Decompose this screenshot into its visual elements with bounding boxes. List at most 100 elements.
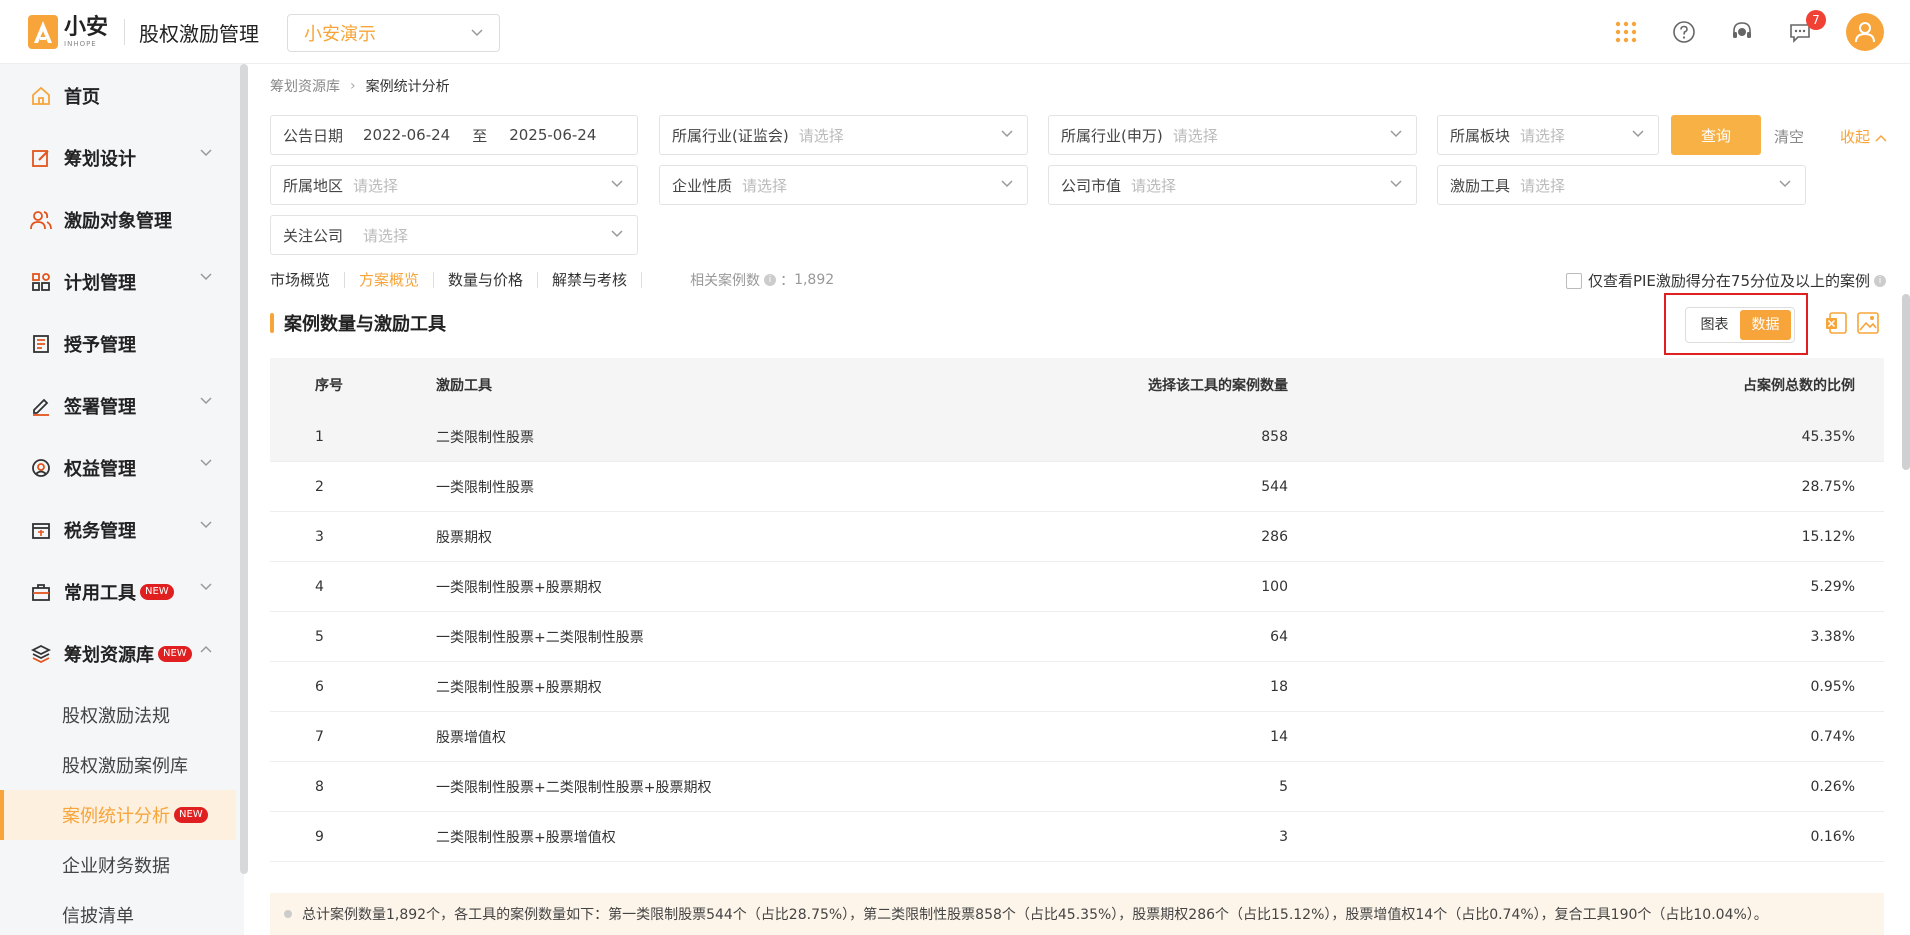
sidebar-item-common-tools[interactable]: 常用工具 NEW [0, 561, 236, 623]
data-view-option[interactable]: 数据 [1740, 310, 1791, 340]
case-count: 相关案例数 i： 1,892 [690, 272, 835, 289]
sidebar-scrollbar[interactable] [240, 64, 248, 874]
logo[interactable]: 小安 INHOPE 股权激励管理 [28, 14, 259, 50]
summary-note: 总计案例数量1,892个，各工具的案例数量如下：第一类限制股票544个（占比28… [270, 893, 1884, 935]
table-row[interactable]: 9 二类限制性股票+股票增值权 3 0.16% [270, 812, 1884, 862]
collapse-link[interactable]: 收起 [1840, 126, 1887, 147]
chevron-down-icon [1779, 180, 1791, 188]
table-row[interactable]: 3 股票期权 286 15.12% [270, 512, 1884, 562]
cell-index: 2 [315, 478, 324, 495]
sidebar-item-home[interactable]: 首页 [0, 65, 236, 127]
cell-tool: 股票期权 [436, 529, 492, 546]
sidebar-item-label: 常用工具 [64, 583, 136, 604]
filter-label: 所属板块 [1450, 126, 1511, 145]
sidebar-item-tax-management[interactable]: 税务管理 [0, 499, 236, 561]
export-image-icon[interactable] [1856, 311, 1880, 335]
sidebar-item-participants[interactable]: 激励对象管理 [0, 189, 236, 251]
filter-placeholder: 请选择 [742, 176, 788, 195]
company-nature-select[interactable]: 企业性质 请选择 [659, 165, 1028, 205]
edit-icon [30, 147, 52, 169]
board-select[interactable]: 所属板块 请选择 [1437, 115, 1659, 155]
market-cap-select[interactable]: 公司市值 请选择 [1048, 165, 1417, 205]
sidebar-item-label: 首页 [64, 87, 100, 108]
query-button[interactable]: 查询 [1671, 115, 1761, 155]
help-icon[interactable] [1672, 20, 1696, 44]
column-header: 序号 [315, 378, 343, 394]
filter-placeholder: 请选择 [1172, 126, 1218, 145]
filter-placeholder: 请选择 [798, 126, 844, 145]
tab-unlock-assessment[interactable]: 解禁与考核 [538, 272, 643, 288]
sidebar-subitem-case-statistics[interactable]: 案例统计分析 NEW [0, 790, 236, 840]
industry-sw-select[interactable]: 所属行业(申万) 请选择 [1048, 115, 1417, 155]
info-icon[interactable]: i [1874, 274, 1886, 287]
pie-filter-checkbox[interactable]: 仅查看PIE激励得分在75分位及以上的案例 i [1565, 270, 1890, 291]
table-row[interactable]: 6 二类限制性股票+股票期权 18 0.95% [270, 662, 1884, 712]
tab-plan-overview[interactable]: 方案概览 [345, 272, 435, 288]
sidebar-item-plan-management[interactable]: 计划管理 [0, 251, 236, 313]
tab-market-overview[interactable]: 市场概览 [270, 272, 346, 288]
date-start[interactable]: 2022-06-24 [363, 126, 450, 144]
table-row[interactable]: 8 一类限制性股票+二类限制性股票+股票期权 5 0.26% [270, 762, 1884, 812]
home-icon [30, 85, 52, 107]
region-select[interactable]: 所属地区 请选择 [270, 165, 638, 205]
incentive-tool-select[interactable]: 激励工具 请选择 [1437, 165, 1806, 205]
table-row[interactable]: 1 二类限制性股票 858 45.35% [270, 412, 1884, 462]
main-scrollbar[interactable] [1902, 294, 1910, 470]
case-count-value: 1,892 [794, 272, 835, 288]
view-toggle[interactable]: 图表 数据 [1685, 307, 1795, 343]
logo-divider [124, 19, 126, 45]
cell-ratio: 28.75% [1801, 478, 1855, 495]
sidebar-subitem-disclosure-list[interactable]: 信披清单 [0, 890, 236, 935]
filter-label: 所属行业(证监会) [672, 126, 789, 145]
table-row[interactable]: 2 一类限制性股票 544 28.75% [270, 462, 1884, 512]
sidebar-subitem-label: 股权激励法规 [62, 706, 170, 727]
sidebar-item-resource-library[interactable]: 筹划资源库 NEW [0, 623, 236, 685]
tab-quantity-price[interactable]: 数量与价格 [434, 272, 539, 288]
customer-service-icon[interactable] [1730, 20, 1754, 44]
sidebar-subitem-case-library[interactable]: 股权激励案例库 [0, 740, 236, 790]
tool-stats-table: 序号 激励工具 选择该工具的案例数量 占案例总数的比例 1 二类限制性股票 85… [270, 358, 1884, 862]
message-icon[interactable]: 7 [1788, 10, 1826, 44]
checkbox[interactable] [1565, 272, 1582, 289]
industry-csrc-select[interactable]: 所属行业(证监会) 请选择 [659, 115, 1028, 155]
sidebar-subitem-label: 股权激励案例库 [62, 756, 188, 777]
info-icon[interactable]: i [764, 274, 777, 286]
watched-company-select[interactable]: 关注公司 请选择 [270, 215, 638, 255]
chevron-down-icon [1390, 180, 1402, 188]
filter-placeholder: 请选择 [1520, 176, 1566, 195]
analysis-tabs: 市场概览 方案概览 数量与价格 解禁与考核 相关案例数 i： 1,892 [270, 270, 834, 290]
sidebar-item-signing-management[interactable]: 签署管理 [0, 375, 236, 437]
breadcrumb-current: 案例统计分析 [365, 79, 450, 95]
date-end[interactable]: 2025-06-24 [509, 126, 596, 144]
sidebar-item-label: 授予管理 [64, 335, 136, 356]
document-icon [30, 333, 52, 355]
table-row[interactable]: 7 股票增值权 14 0.74% [270, 712, 1884, 762]
breadcrumb-parent[interactable]: 筹划资源库 [270, 76, 340, 96]
bullet-icon [284, 910, 292, 918]
apps-grid-icon[interactable] [1614, 20, 1638, 44]
sidebar-item-grant-management[interactable]: 授予管理 [0, 313, 236, 375]
export-excel-icon[interactable] [1824, 311, 1848, 335]
cell-count: 64 [1270, 628, 1288, 645]
sidebar-subitem-regulations[interactable]: 股权激励法规 [0, 690, 236, 740]
table-row[interactable]: 4 一类限制性股票+股票期权 100 5.29% [270, 562, 1884, 612]
clear-link[interactable]: 清空 [1774, 126, 1804, 147]
chevron-down-icon [471, 29, 483, 37]
chart-view-option[interactable]: 图表 [1689, 310, 1740, 340]
org-select[interactable]: 小安演示 [287, 14, 500, 52]
sidebar-subitem-label: 案例统计分析 [62, 806, 170, 827]
chevron-down-icon [200, 459, 212, 467]
section-title: 案例数量与激励工具 [270, 312, 446, 335]
sidebar-subitem-financial-data[interactable]: 企业财务数据 [0, 840, 236, 890]
cell-count: 18 [1270, 678, 1288, 695]
chevron-up-icon [200, 645, 212, 653]
chevron-down-icon [200, 521, 212, 529]
app-title: 股权激励管理 [139, 21, 260, 46]
date-range-filter[interactable]: 公告日期 2022-06-24 至 2025-06-24 [270, 115, 638, 155]
avatar[interactable] [1846, 13, 1884, 51]
equity-icon [30, 457, 52, 479]
sidebar-item-equity-management[interactable]: 权益管理 [0, 437, 236, 499]
sidebar-item-planning-design[interactable]: 筹划设计 [0, 127, 236, 189]
table-row[interactable]: 5 一类限制性股票+二类限制性股票 64 3.38% [270, 612, 1884, 662]
sidebar-item-label: 激励对象管理 [64, 211, 172, 232]
